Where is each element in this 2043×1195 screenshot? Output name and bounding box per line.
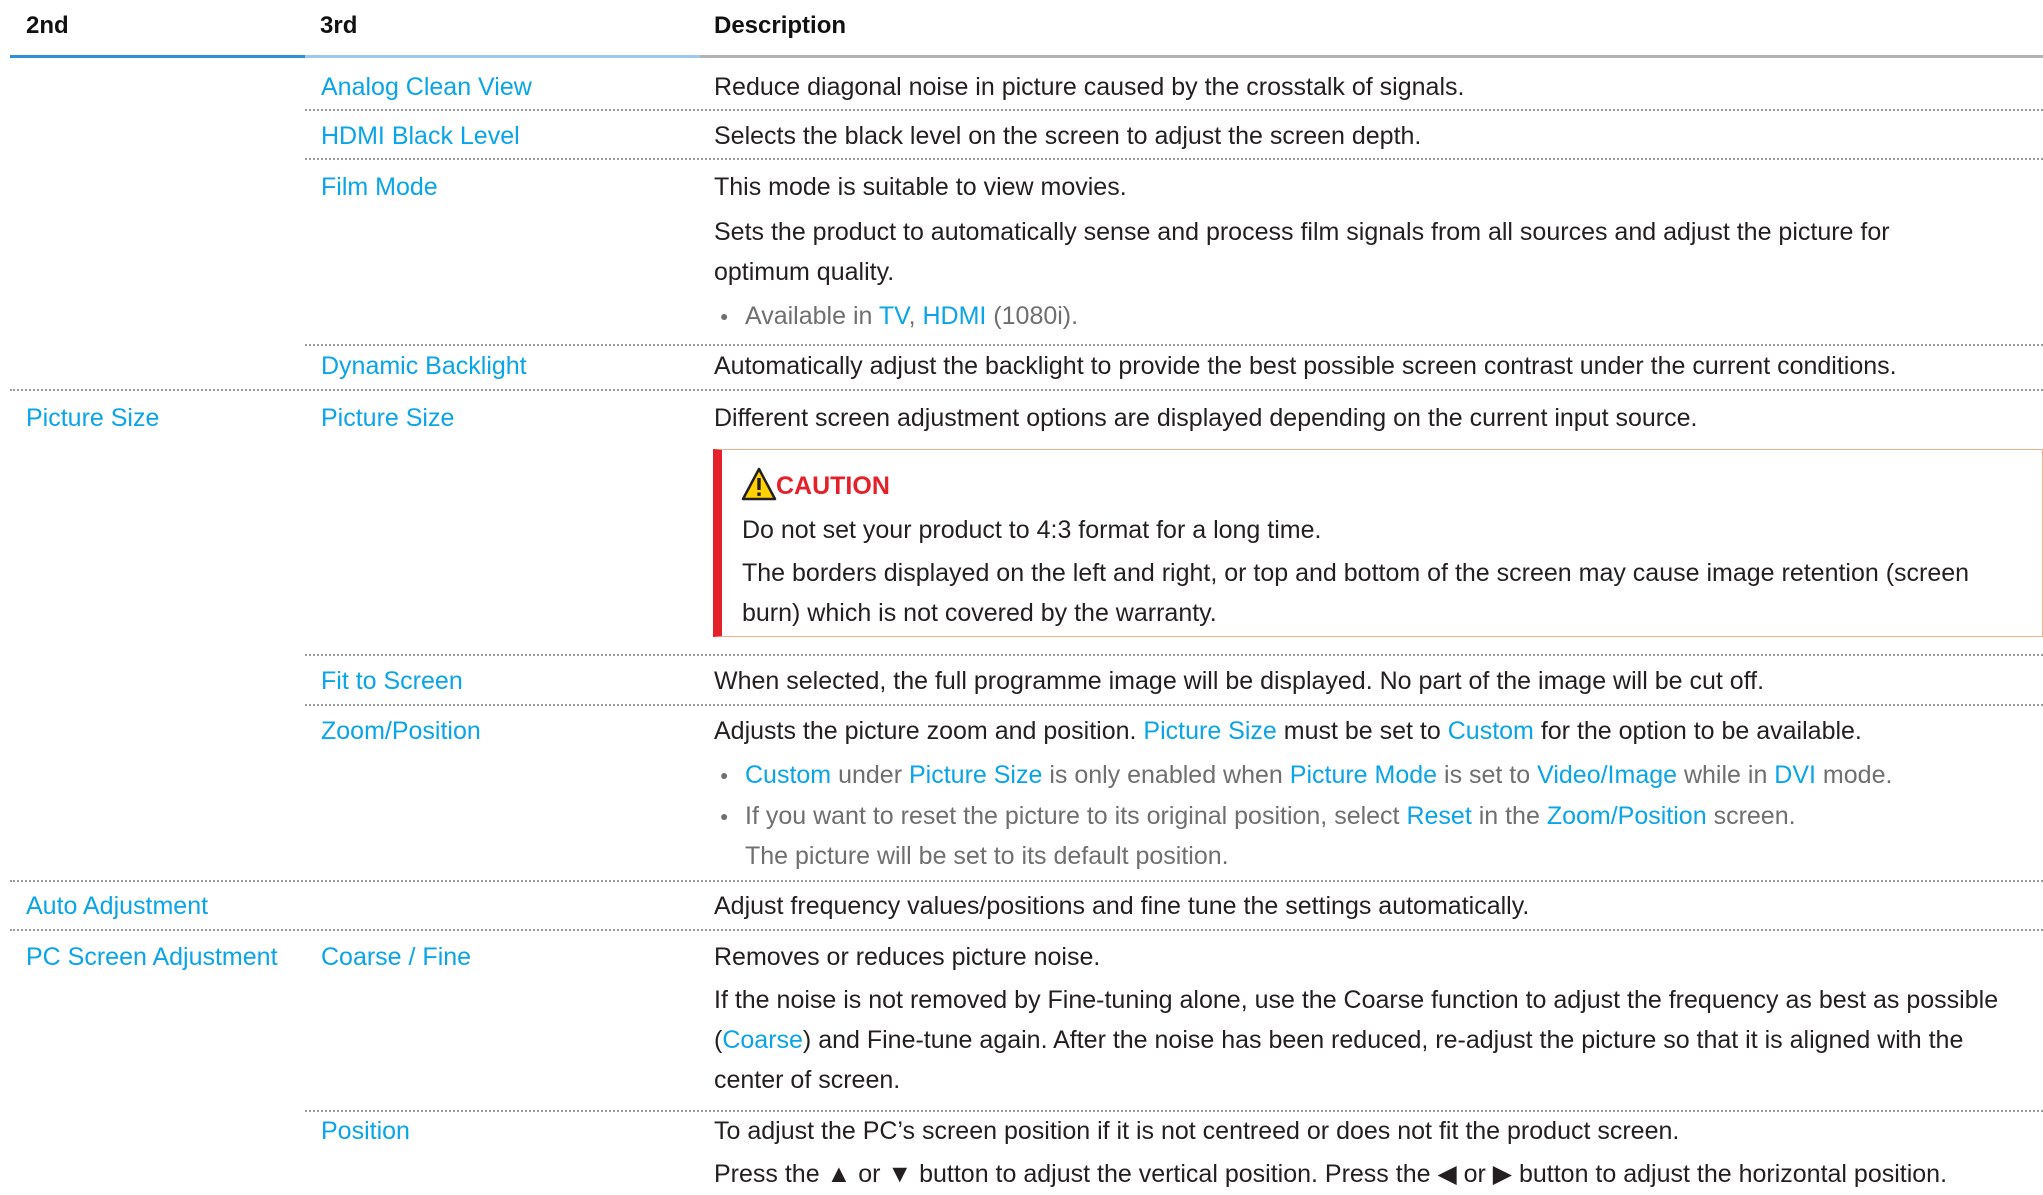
desc-coarse-fine-1: Removes or reduces picture noise. (714, 943, 1101, 971)
third-hdmi-black-level[interactable]: HDMI Black Level (321, 120, 520, 152)
bullet: ● (720, 808, 729, 824)
third-zoom-position[interactable]: Zoom/Position (321, 715, 481, 747)
row-divider (10, 389, 2043, 391)
row-divider (305, 704, 2043, 706)
link-picture-size[interactable]: Picture Size (1143, 717, 1276, 745)
third-film-mode[interactable]: Film Mode (321, 171, 438, 203)
row-divider (305, 344, 2043, 346)
caution-line-2b: burn) which is not covered by the warran… (742, 599, 1217, 627)
third-fit-to-screen[interactable]: Fit to Screen (321, 665, 463, 697)
desc-fit-to-screen: When selected, the full programme image … (714, 667, 1765, 695)
bullet: ● (720, 767, 729, 783)
desc-coarse-fine-3: (Coarse) and Fine-tune again. After the … (714, 1026, 1964, 1054)
link-zoom-position[interactable]: Zoom/Position (1547, 802, 1707, 830)
bullet: ● (720, 308, 729, 324)
desc-position-1: To adjust the PC’s screen position if it… (714, 1117, 1680, 1145)
caution-line-1: Do not set your product to 4:3 format fo… (742, 516, 1322, 544)
link-custom[interactable]: Custom (1448, 717, 1534, 745)
third-dynamic-backlight[interactable]: Dynamic Backlight (321, 350, 527, 382)
desc-film-mode-2a: Sets the product to automatically sense … (714, 218, 1890, 246)
header-rule-gray (700, 55, 2043, 58)
third-coarse-fine[interactable]: Coarse / Fine (321, 941, 471, 973)
header-rule-lightblue (305, 55, 700, 58)
header-rule-blue (10, 55, 305, 58)
third-picture-size[interactable]: Picture Size (321, 402, 454, 434)
caution-line-2a: The borders displayed on the left and ri… (742, 559, 1970, 587)
link-coarse[interactable]: Coarse (722, 1026, 803, 1054)
third-analog-clean-view[interactable]: Analog Clean View (321, 71, 532, 103)
link-hdmi[interactable]: HDMI (922, 302, 986, 330)
desc-analog-clean-view: Reduce diagonal noise in picture caused … (714, 73, 1465, 101)
desc-hdmi-black-level: Selects the black level on the screen to… (714, 122, 1422, 150)
header-description: Description (714, 12, 847, 39)
second-pc-screen-adjustment[interactable]: PC Screen Adjustment (26, 941, 278, 973)
desc-dynamic-backlight: Automatically adjust the backlight to pr… (714, 352, 1897, 380)
desc-auto-adjustment: Adjust frequency values/positions and fi… (714, 892, 1530, 920)
desc-film-mode-1: This mode is suitable to view movies. (714, 173, 1127, 201)
second-picture-size[interactable]: Picture Size (26, 402, 159, 434)
second-auto-adjustment[interactable]: Auto Adjustment (26, 890, 208, 922)
third-position[interactable]: Position (321, 1115, 410, 1147)
warning-icon (741, 467, 777, 501)
desc-coarse-fine-2: If the noise is not removed by Fine-tuni… (714, 986, 1999, 1014)
row-divider (10, 880, 2043, 882)
desc-position-2: Press the ▲ or ▼ button to adjust the ve… (714, 1160, 1948, 1188)
link-reset[interactable]: Reset (1406, 802, 1471, 830)
desc-zoom-position: Adjusts the picture zoom and position. P… (714, 717, 1862, 745)
link-custom[interactable]: Custom (745, 761, 831, 789)
note-zoom-2: If you want to reset the picture to its … (745, 802, 1796, 830)
desc-picture-size: Different screen adjustment options are … (714, 404, 1698, 432)
row-divider (10, 929, 2043, 931)
note-zoom-3: The picture will be set to its default p… (745, 842, 1229, 870)
desc-coarse-fine-4: center of screen. (714, 1066, 901, 1094)
row-divider (305, 109, 2043, 111)
row-divider (305, 158, 2043, 160)
link-video-image[interactable]: Video/Image (1537, 761, 1677, 789)
row-divider (305, 654, 2043, 656)
table-header: 2nd 3rd Description (0, 0, 2043, 60)
desc-film-mode-2b: optimum quality. (714, 258, 895, 286)
header-2nd: 2nd (26, 12, 69, 39)
link-picture-size[interactable]: Picture Size (909, 761, 1042, 789)
link-picture-mode[interactable]: Picture Mode (1290, 761, 1437, 789)
header-3rd: 3rd (320, 12, 358, 39)
link-dvi[interactable]: DVI (1774, 761, 1816, 789)
caution-title: CAUTION (776, 472, 890, 500)
note-zoom-1: Custom under Picture Size is only enable… (745, 761, 1893, 789)
link-tv[interactable]: TV (879, 302, 909, 330)
note-film-mode: Available in TV, HDMI (1080i). (745, 302, 1079, 330)
row-divider (305, 1110, 2043, 1112)
